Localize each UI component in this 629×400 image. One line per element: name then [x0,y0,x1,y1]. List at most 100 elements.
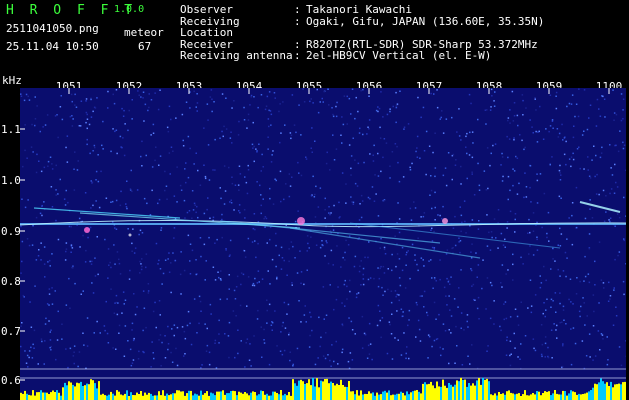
strength-bar [544,391,546,400]
noise-pixel [557,244,559,246]
noise-pixel [619,130,621,132]
noise-pixel [167,130,170,133]
noise-pixel [332,134,334,136]
noise-pixel [70,225,72,228]
noise-pixel [598,108,600,110]
noise-pixel [282,321,284,324]
noise-pixel [279,103,281,105]
noise-pixel [151,189,153,192]
noise-pixel [517,124,519,127]
strength-bar [284,393,286,400]
noise-pixel [119,204,122,207]
strength-bar [290,395,292,400]
noise-pixel [196,93,198,95]
noise-pixel [572,303,574,305]
noise-pixel [395,295,397,298]
noise-pixel [261,356,263,358]
noise-pixel [260,204,262,207]
noise-pixel [446,277,448,280]
noise-pixel [51,163,53,165]
strength-bar [226,393,228,400]
noise-pixel [151,166,154,168]
noise-pixel [110,266,112,269]
noise-pixel [123,303,125,305]
noise-pixel [423,290,426,293]
noise-pixel [168,152,171,154]
noise-pixel [351,359,354,361]
noise-pixel [507,117,510,119]
noise-pixel [613,287,615,289]
strength-bar [138,394,140,400]
strength-bar [388,390,390,400]
noise-pixel [320,336,322,339]
noise-pixel [20,325,22,327]
noise-pixel [448,295,450,297]
noise-pixel [343,283,346,286]
noise-pixel [130,364,133,367]
noise-pixel [598,241,601,243]
noise-pixel [155,146,157,148]
noise-pixel [268,91,271,93]
noise-pixel [264,216,267,218]
noise-pixel [123,355,126,357]
noise-pixel [291,284,293,286]
noise-pixel [296,272,299,274]
noise-pixel [441,110,443,112]
noise-pixel [517,356,519,358]
noise-pixel [143,197,146,200]
strength-bar [380,394,382,400]
noise-pixel [455,159,457,161]
noise-pixel [460,214,463,217]
noise-pixel [116,152,118,155]
noise-pixel [433,339,436,342]
noise-pixel [195,152,197,154]
noise-pixel [279,350,282,352]
noise-pixel [574,342,577,345]
strength-bar [550,395,552,400]
noise-pixel [485,123,487,125]
noise-pixel [421,295,423,297]
noise-pixel [65,146,67,149]
noise-pixel [584,255,586,258]
noise-pixel [31,123,33,126]
strength-bar [580,394,582,400]
strength-bar [100,394,102,400]
noise-pixel [175,347,177,350]
noise-pixel [298,104,300,106]
strength-bar [190,390,192,400]
noise-pixel [347,360,350,363]
noise-pixel [183,330,186,333]
noise-pixel [254,240,256,242]
noise-pixel [375,109,378,112]
noise-pixel [471,285,473,287]
noise-pixel [233,209,235,211]
noise-pixel [512,263,514,266]
noise-pixel [127,129,129,132]
noise-pixel [396,253,399,255]
noise-pixel [107,248,110,250]
noise-pixel [70,93,73,96]
strength-bar [340,379,342,400]
strength-bar [622,382,624,400]
noise-pixel [219,278,222,280]
noise-pixel [271,154,273,156]
noise-pixel [470,251,472,253]
strength-bar [34,395,36,400]
noise-pixel [37,363,39,365]
noise-pixel [289,185,292,187]
noise-pixel [214,169,216,171]
noise-pixel [409,166,411,169]
noise-pixel [506,339,508,342]
noise-pixel [71,115,73,117]
noise-pixel [72,118,74,120]
strength-bar [212,393,214,400]
strength-bar [278,394,280,400]
noise-pixel [368,119,371,121]
noise-pixel [583,302,585,304]
noise-pixel [124,123,126,125]
noise-pixel [356,293,358,295]
strength-bar [232,390,234,400]
noise-pixel [362,133,364,136]
noise-pixel [145,154,147,157]
noise-pixel [509,210,512,213]
